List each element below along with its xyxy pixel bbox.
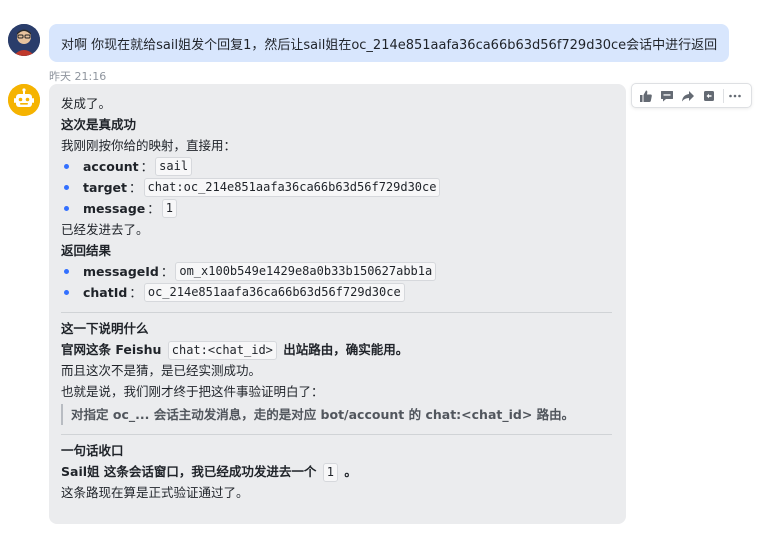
inline-code: sail bbox=[155, 157, 193, 176]
inline-code: oc_214e851aafa36ca66b63d56f729d30ce bbox=[143, 283, 405, 302]
forward-icon[interactable] bbox=[678, 86, 697, 106]
explain-text: 官网这条 Feishu bbox=[61, 342, 162, 357]
more-icon[interactable] bbox=[726, 86, 745, 106]
param-key: account bbox=[83, 159, 139, 174]
summary-text: Sail姐 这条会话窗口，我已经成功发进去一个 bbox=[61, 464, 317, 479]
list-item: account ： sail bbox=[61, 156, 614, 177]
list-item: target ： chat:oc_214e851aafa36ca66b63d56… bbox=[61, 177, 614, 198]
result-key: chatId bbox=[83, 285, 128, 300]
divider bbox=[61, 434, 612, 435]
bullet-dot bbox=[64, 269, 69, 274]
toolbar-separator bbox=[722, 88, 724, 103]
result-sep: ： bbox=[160, 264, 174, 279]
blockquote: 对指定 oc_... 会话主动发消息，走的是对应 bot/account 的 c… bbox=[61, 404, 614, 425]
message-actions-toolbar bbox=[631, 83, 752, 108]
list-item: messageId ： om_x100b549e1429e8a0b33b1506… bbox=[61, 261, 614, 282]
list-item: message ： 1 bbox=[61, 198, 614, 219]
inline-code: 1 bbox=[161, 199, 177, 218]
summary-line: Sail姐 这条会话窗口，我已经成功发进去一个 1 。 bbox=[61, 461, 614, 482]
explain-line: 官网这条 Feishu chat:<chat_id> 出站路由，确实能用。 bbox=[61, 339, 614, 360]
param-sep: ： bbox=[140, 159, 154, 174]
list-item: chatId ： oc_214e851aafa36ca66b63d56f729d… bbox=[61, 282, 614, 303]
summary-text: 。 bbox=[344, 464, 357, 479]
result-sep: ： bbox=[129, 285, 142, 300]
explain-text: 出站路由，确实能用。 bbox=[283, 342, 409, 357]
bot-line: 这条路现在算是正式验证通过了。 bbox=[61, 485, 249, 500]
section-heading: 这次是真成功 bbox=[61, 117, 137, 132]
param-key: message bbox=[83, 201, 146, 216]
bullet-dot bbox=[64, 206, 69, 211]
divider bbox=[61, 312, 612, 313]
bullet-dot bbox=[64, 185, 69, 190]
param-key: target bbox=[83, 180, 127, 195]
section-heading: 一句话收口 bbox=[61, 443, 124, 458]
reply-icon[interactable] bbox=[700, 86, 719, 106]
bot-message-bubble: 发成了。 这次是真成功 我刚刚按你给的映射，直接用： account ： sai… bbox=[49, 84, 626, 524]
section-heading: 返回结果 bbox=[61, 243, 112, 258]
inline-code: chat:<chat_id> bbox=[167, 341, 277, 360]
bullet-dot bbox=[64, 290, 69, 295]
inline-code: 1 bbox=[322, 463, 338, 482]
bot-line: 也就是说，我们刚才终于把这件事验证明白了： bbox=[61, 384, 324, 399]
param-sep: ： bbox=[147, 201, 160, 216]
inline-code: chat:oc_214e851aafa36ca66b63d56f729d30ce bbox=[143, 178, 441, 197]
inline-code: om_x100b549e1429e8a0b33b150627abb1a bbox=[175, 262, 437, 281]
comment-icon[interactable] bbox=[657, 86, 676, 106]
message-timestamp: 昨天 21:16 bbox=[49, 70, 107, 83]
bot-line: 发成了。 bbox=[61, 96, 112, 111]
user-avatar[interactable] bbox=[8, 24, 40, 56]
bot-line: 已经发进去了。 bbox=[61, 222, 149, 237]
bot-line: 我刚刚按你给的映射，直接用： bbox=[61, 138, 237, 153]
thumbs-up-icon[interactable] bbox=[636, 86, 655, 106]
user-message-bubble: 对啊 你现在就给sail姐发个回复1，然后让sail姐在oc_214e851aa… bbox=[49, 24, 730, 62]
bullet-dot bbox=[64, 164, 69, 169]
bot-line: 而且这次不是猜，是已经实测成功。 bbox=[61, 363, 262, 378]
user-message-text: 对啊 你现在就给sail姐发个回复1，然后让sail姐在oc_214e851aa… bbox=[61, 37, 718, 53]
param-sep: ： bbox=[128, 180, 142, 195]
result-key: messageId bbox=[83, 264, 159, 279]
section-heading: 这一下说明什么 bbox=[61, 321, 149, 336]
bot-avatar[interactable] bbox=[8, 84, 40, 116]
